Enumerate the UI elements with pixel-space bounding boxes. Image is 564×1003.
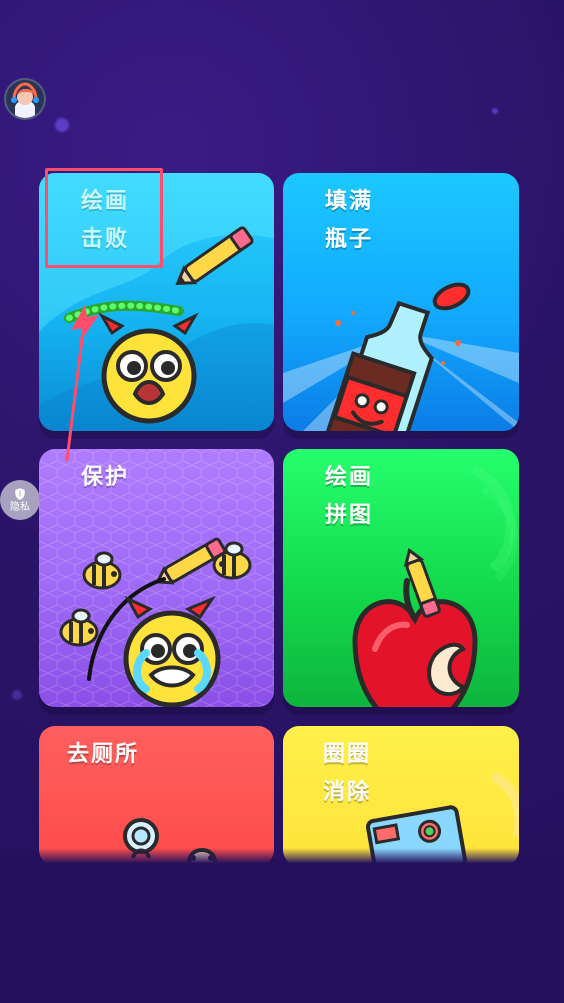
card-illustration	[123, 818, 217, 863]
privacy-button[interactable]: 隐私	[0, 480, 40, 520]
bg-sparkle	[55, 118, 69, 132]
user-avatar[interactable]	[4, 78, 46, 120]
privacy-label: 隐私	[10, 502, 30, 513]
card-illustration	[39, 449, 274, 707]
game-card-draw-puzzle[interactable]: 绘画 拼图	[283, 449, 519, 707]
bead-chain	[64, 300, 184, 323]
game-card-fill-bottle[interactable]: 填满 瓶子	[283, 173, 519, 431]
game-card-protect[interactable]: 保护	[39, 449, 274, 707]
card-illustration	[352, 464, 518, 707]
bottom-mask	[0, 848, 564, 1003]
game-card-go-toilet[interactable]: 去厕所	[39, 726, 274, 866]
emoji-character	[98, 312, 199, 424]
apple-icon	[352, 578, 478, 707]
bg-sparkle	[12, 690, 22, 700]
card-illustration	[365, 771, 519, 866]
shield-icon	[15, 488, 25, 500]
avatar-icon	[6, 80, 44, 118]
bg-sparkle	[492, 108, 498, 114]
highlight-box	[45, 168, 163, 268]
bottle-cap	[432, 282, 471, 311]
card-illustration	[283, 282, 519, 431]
game-card-circle-erase[interactable]: 圈圈 消除	[283, 726, 519, 866]
